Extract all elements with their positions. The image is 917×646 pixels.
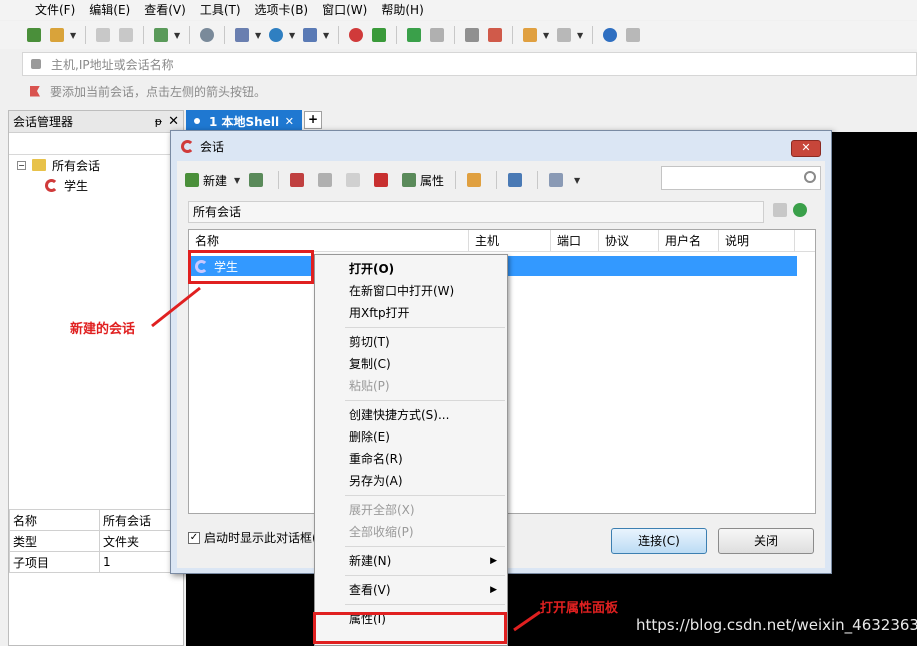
annotation-arrow-properties (513, 610, 541, 632)
annotation-new-session: 新建的会话 (70, 322, 136, 337)
annotation-open-properties: 打开属性面板 (540, 601, 619, 616)
annotation-arrows (151, 286, 541, 632)
watermark-text: https://blog.csdn.net/weixin_46323637 (636, 616, 917, 634)
annotation-arrow-session (151, 286, 201, 328)
